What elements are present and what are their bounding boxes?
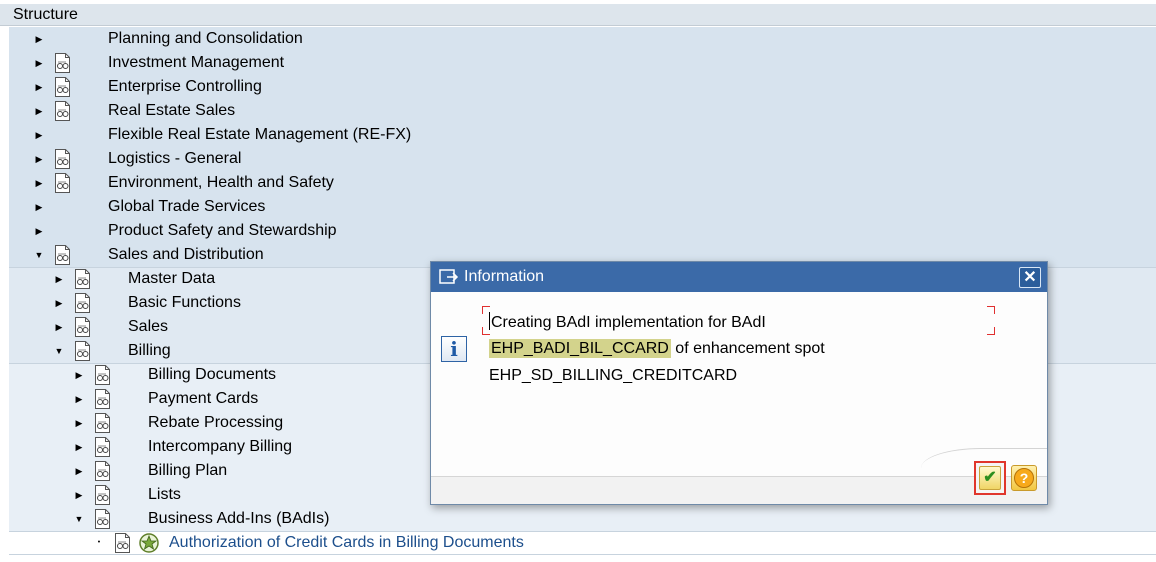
help-button[interactable]: ? <box>1011 465 1037 491</box>
tree-node-l1-label[interactable]: Product Safety and Stewardship <box>108 219 337 243</box>
documentation-icon[interactable] <box>74 317 91 337</box>
execute-icon[interactable] <box>138 532 160 554</box>
documentation-icon[interactable] <box>54 53 71 73</box>
expand-arrow-icon[interactable]: ▶ <box>34 219 44 243</box>
continue-button[interactable]: ✔ <box>974 461 1006 495</box>
expand-arrow-icon[interactable]: ▶ <box>74 435 84 459</box>
expand-arrow-icon[interactable]: ▶ <box>34 99 44 123</box>
tree-node-l1-row[interactable]: ▶ Environment, Health and Safety <box>0 171 1156 195</box>
focus-bracket-tr <box>987 306 995 314</box>
tree-node-l2-label[interactable]: Master Data <box>128 267 215 291</box>
tree-node-l2-label[interactable]: Sales <box>128 315 168 339</box>
expand-arrow-icon[interactable]: ▶ <box>54 315 64 339</box>
message-line-2: EHP_BADI_BIL_CCARD of enhancement spot <box>489 339 825 359</box>
tree-node-l1-label[interactable]: Enterprise Controlling <box>108 75 262 99</box>
tree-node-l2-label[interactable]: Basic Functions <box>128 291 241 315</box>
documentation-icon[interactable] <box>94 437 111 457</box>
documentation-icon[interactable] <box>114 533 131 553</box>
tree-node-l1-label[interactable]: Logistics - General <box>108 147 241 171</box>
expand-arrow-icon[interactable]: ▶ <box>34 147 44 171</box>
tree-node-l1-label[interactable]: Sales and Distribution <box>108 243 264 267</box>
collapse-arrow-icon[interactable]: ▼ <box>54 339 64 363</box>
expand-arrow-icon[interactable]: ▶ <box>74 483 84 507</box>
expand-arrow-icon[interactable]: ▶ <box>74 387 84 411</box>
tree-node-l4-label[interactable]: Authorization of Credit Cards in Billing… <box>169 531 524 555</box>
structure-title: Structure <box>13 6 78 23</box>
tree-node-l1-label[interactable]: Investment Management <box>108 51 284 75</box>
collapse-arrow-icon[interactable]: ▼ <box>74 507 84 531</box>
expand-arrow-icon[interactable]: ▶ <box>34 123 44 147</box>
checkmark-icon: ✔ <box>979 466 1001 490</box>
tree-node-l1-row[interactable]: ▶ Enterprise Controlling <box>0 75 1156 99</box>
documentation-icon[interactable] <box>54 173 71 193</box>
documentation-icon[interactable] <box>94 509 111 529</box>
focus-bracket-br <box>987 327 995 335</box>
tree-node-l1-label[interactable]: Global Trade Services <box>108 195 265 219</box>
leaf-bullet-icon: • <box>97 539 101 546</box>
info-icon: i <box>441 336 467 362</box>
dialog-window-icon <box>439 269 459 284</box>
information-dialog: Information ✕ i Creating BAdI implementa… <box>430 261 1048 505</box>
documentation-icon[interactable] <box>54 77 71 97</box>
tree-node-l2-label[interactable]: Billing <box>128 339 171 363</box>
expand-arrow-icon[interactable]: ▶ <box>54 291 64 315</box>
documentation-icon[interactable] <box>74 341 91 361</box>
message-line-1-text: Creating BAdI implementation for BAdI <box>491 314 766 331</box>
tree-node-l1-label[interactable]: Real Estate Sales <box>108 99 235 123</box>
documentation-icon[interactable] <box>74 293 91 313</box>
documentation-icon[interactable] <box>94 413 111 433</box>
tree-node-l3-row[interactable]: ▼ Business Add-Ins (BAdIs) <box>0 507 1156 531</box>
tree-node-l4-row[interactable]: • Authorization of Credit Cards in Billin… <box>0 531 1156 555</box>
tree-node-l1-label[interactable]: Planning and Consolidation <box>108 27 303 51</box>
tree-node-l3-label[interactable]: Billing Plan <box>148 459 227 483</box>
expand-arrow-icon[interactable]: ▶ <box>34 171 44 195</box>
expand-arrow-icon[interactable]: ▶ <box>74 363 84 387</box>
documentation-icon[interactable] <box>54 149 71 169</box>
expand-arrow-icon[interactable]: ▶ <box>34 195 44 219</box>
documentation-icon[interactable] <box>94 365 111 385</box>
dialog-title: Information <box>464 268 545 285</box>
collapse-arrow-icon[interactable]: ▼ <box>34 243 44 267</box>
tree-node-l1-row[interactable]: ▶ Investment Management <box>0 51 1156 75</box>
message-line-1: Creating BAdI implementation for BAdI <box>489 312 766 333</box>
tree-node-l3-label[interactable]: Billing Documents <box>148 363 276 387</box>
tree-node-l1-label[interactable]: Flexible Real Estate Management (RE-FX) <box>108 123 411 147</box>
tree-node-l3-label[interactable]: Intercompany Billing <box>148 435 292 459</box>
help-icon: ? <box>1014 468 1034 488</box>
structure-header: Structure <box>0 4 1156 26</box>
dialog-footer-divider <box>431 476 1047 477</box>
tree-node-l1-row[interactable]: ▶ Product Safety and Stewardship <box>0 219 1156 243</box>
tree-node-l1-row[interactable]: ▶ Logistics - General <box>0 147 1156 171</box>
expand-arrow-icon[interactable]: ▶ <box>34 27 44 51</box>
expand-arrow-icon[interactable]: ▶ <box>34 75 44 99</box>
tree-node-l3-label[interactable]: Rebate Processing <box>148 411 283 435</box>
documentation-icon[interactable] <box>94 485 111 505</box>
message-line-2-rest: of enhancement spot <box>670 340 825 357</box>
close-icon[interactable]: ✕ <box>1019 267 1041 288</box>
tree-node-l1-row[interactable]: ▶ Global Trade Services <box>0 195 1156 219</box>
expand-arrow-icon[interactable]: ▶ <box>34 51 44 75</box>
tree-node-l1-label[interactable]: Environment, Health and Safety <box>108 171 334 195</box>
expand-arrow-icon[interactable]: ▶ <box>74 459 84 483</box>
message-line-3: EHP_SD_BILLING_CREDITCARD <box>489 367 738 384</box>
dialog-title-bar[interactable]: Information ✕ <box>431 262 1047 292</box>
tree-node-l3-label[interactable]: Lists <box>148 483 181 507</box>
expand-arrow-icon[interactable]: ▶ <box>54 267 64 291</box>
documentation-icon[interactable] <box>74 269 91 289</box>
tree-node-l1-row[interactable]: ▶ Planning and Consolidation <box>0 27 1156 51</box>
tree-node-l3-label[interactable]: Business Add-Ins (BAdIs) <box>148 507 329 531</box>
tree-node-l3-label[interactable]: Payment Cards <box>148 387 258 411</box>
documentation-icon[interactable] <box>94 461 111 481</box>
documentation-icon[interactable] <box>94 389 111 409</box>
tree-node-l1-row[interactable]: ▶ Real Estate Sales <box>0 99 1156 123</box>
text-cursor <box>489 312 490 330</box>
badi-name-highlight: EHP_BADI_BIL_CCARD <box>489 339 671 358</box>
documentation-icon[interactable] <box>54 245 71 265</box>
tree-node-l1-row[interactable]: ▶ Flexible Real Estate Management (RE-FX) <box>0 123 1156 147</box>
documentation-icon[interactable] <box>54 101 71 121</box>
dialog-body: i Creating BAdI implementation for BAdI … <box>431 292 1047 476</box>
expand-arrow-icon[interactable]: ▶ <box>74 411 84 435</box>
